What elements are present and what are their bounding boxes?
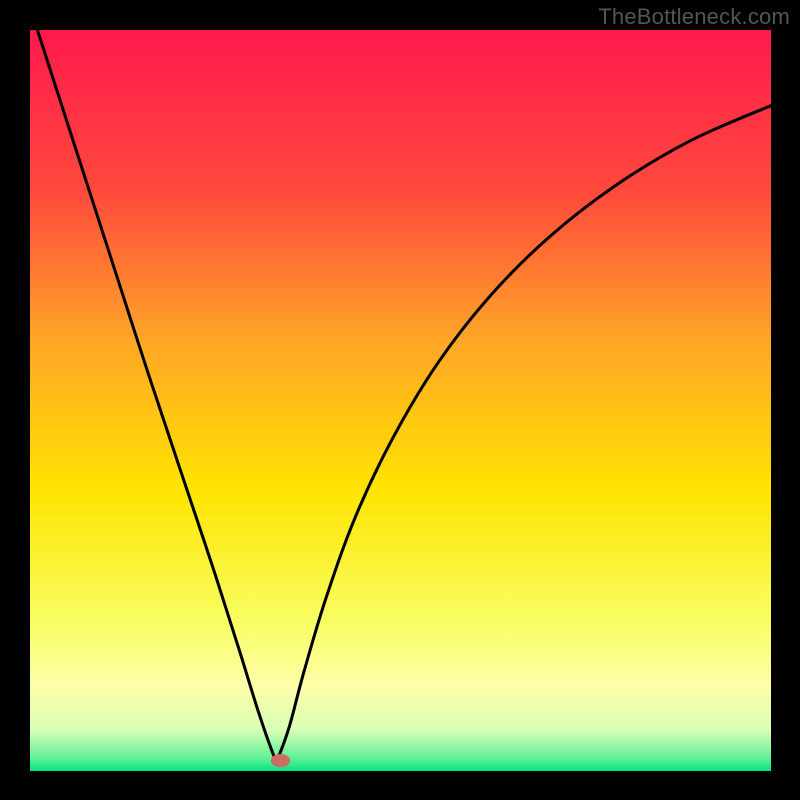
minimum-marker <box>271 754 290 767</box>
plot-area <box>30 30 771 771</box>
chart-frame: TheBottleneck.com <box>0 0 800 800</box>
gradient-background <box>30 30 771 771</box>
watermark-text: TheBottleneck.com <box>598 4 790 30</box>
bottleneck-chart <box>30 30 771 771</box>
